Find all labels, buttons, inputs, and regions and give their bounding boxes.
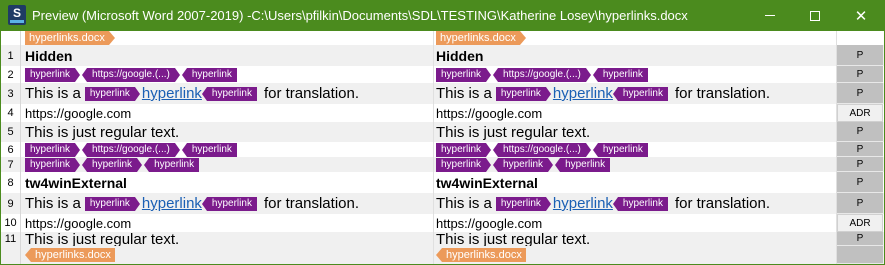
maximize-button[interactable] (792, 0, 838, 31)
target-text: This is just regular text. (436, 123, 591, 141)
source-text: tw4winExternal (25, 174, 127, 191)
segment-row[interactable]: 6 hyperlink https://google.(...) hyperli… (1, 142, 884, 157)
tag-hyperlink-close: hyperlink (592, 142, 648, 157)
title-bar: S Preview (Microsoft Word 2007-2019) -C:… (0, 0, 885, 31)
target-text: https://google.com (436, 105, 543, 121)
segment-status: ADR (837, 214, 883, 232)
file-start-row: hyperlinks.docx hyperlinks.docx (1, 31, 884, 45)
source-text: for translation. (263, 85, 359, 102)
segment-status: P (837, 142, 883, 157)
preview-grid: hyperlinks.docx hyperlinks.docx 1 Hidden… (1, 31, 884, 264)
segment-number: 9 (1, 193, 21, 214)
segment-number: 2 (1, 66, 21, 83)
segment-row[interactable]: 5 This is just regular text. This is jus… (1, 122, 884, 142)
tag-hyperlink-open: hyperlink (84, 196, 140, 211)
tag-hyperlink-close: hyperlink (592, 67, 648, 82)
tag-hyperlink-open: hyperlink (436, 67, 492, 82)
segment-row[interactable]: 10 https://google.com https://google.com… (1, 214, 884, 232)
tag-url: https://google.(...) (82, 142, 180, 157)
source-text: https://google.com (25, 105, 132, 121)
segment-status: ADR (837, 104, 883, 122)
target-text: tw4winExternal (436, 174, 538, 191)
segment-status: P (837, 172, 883, 193)
segment-row[interactable]: 7 hyperlink hyperlink hyperlink hyperlin… (1, 157, 884, 172)
tag-hyperlink-close: hyperlink (555, 157, 611, 172)
segment-row[interactable]: 1 Hidden Hidden P (1, 45, 884, 66)
tag-hyperlink-open: hyperlink (25, 142, 81, 157)
segment-row[interactable]: 8 tw4winExternal tw4winExternal P (1, 172, 884, 193)
segment-row[interactable]: 2 hyperlink https://google.(...) hyperli… (1, 66, 884, 83)
close-button[interactable]: ✕ (838, 0, 884, 31)
segment-status: P (837, 83, 883, 104)
file-end-row: hyperlinks.docx hyperlinks.docx (1, 246, 884, 264)
segment-number: 8 (1, 172, 21, 193)
target-text: This is a (436, 85, 492, 102)
segment-status: P (837, 45, 883, 66)
segment-row[interactable]: 3 This is a hyperlink hyperlink hyperlin… (1, 83, 884, 104)
tag-hyperlink-open: hyperlink (495, 86, 551, 101)
segment-number: 4 (1, 104, 21, 122)
segment-status: P (837, 122, 883, 142)
hyperlink-text[interactable]: hyperlink (553, 195, 613, 212)
hyperlink-text[interactable]: hyperlink (553, 85, 613, 102)
tag-hyperlink-close: hyperlink (201, 196, 257, 211)
tag-url: https://google.(...) (82, 67, 180, 82)
tag-hyperlink: hyperlink (493, 157, 554, 172)
tag-hyperlink-close: hyperlink (612, 196, 668, 211)
target-text: https://google.com (436, 215, 543, 231)
file-tag-close: hyperlinks.docx (25, 248, 115, 262)
source-text: This is just regular text. (25, 123, 180, 141)
tag-hyperlink-open: hyperlink (436, 142, 492, 157)
source-text: This is a (25, 195, 81, 212)
segment-status: P (837, 193, 883, 214)
file-tag-open: hyperlinks.docx (25, 31, 115, 45)
hyperlink-text[interactable]: hyperlink (142, 85, 202, 102)
source-text: for translation. (263, 195, 359, 212)
segment-number: 5 (1, 122, 21, 142)
close-icon: ✕ (854, 7, 868, 25)
tag-hyperlink-close: hyperlink (201, 86, 257, 101)
source-text: https://google.com (25, 215, 132, 231)
segment-status: P (837, 157, 883, 172)
segment-number: 6 (1, 142, 21, 157)
target-text: This is a (436, 195, 492, 212)
segment-row[interactable]: 4 https://google.com https://google.com … (1, 104, 884, 122)
tag-hyperlink-close: hyperlink (612, 86, 668, 101)
target-text: for translation. (674, 195, 770, 212)
app-icon: S (8, 5, 26, 25)
segment-number: 11 (1, 232, 21, 246)
segment-status: P (837, 66, 883, 83)
target-text: This is just regular text. (436, 232, 591, 246)
tag-hyperlink-open: hyperlink (495, 196, 551, 211)
segment-status: P (837, 232, 883, 246)
window-title: Preview (Microsoft Word 2007-2019) -C:\U… (32, 8, 688, 23)
tag-url: https://google.(...) (493, 67, 591, 82)
tag-hyperlink-close: hyperlink (181, 142, 237, 157)
maximize-icon (810, 10, 820, 21)
tag-hyperlink-open: hyperlink (25, 67, 81, 82)
segment-number: 1 (1, 45, 21, 66)
minimize-icon (765, 15, 775, 16)
tag-hyperlink: hyperlink (82, 157, 143, 172)
segment-row[interactable]: 11 This is just regular text. This is ju… (1, 232, 884, 246)
target-text: for translation. (674, 85, 770, 102)
segment-number: 3 (1, 83, 21, 104)
segment-row[interactable]: 9 This is a hyperlink hyperlink hyperlin… (1, 193, 884, 214)
tag-hyperlink-close: hyperlink (181, 67, 237, 82)
tag-hyperlink-close: hyperlink (144, 157, 200, 172)
hyperlink-text[interactable]: hyperlink (142, 195, 202, 212)
target-text: Hidden (436, 47, 484, 64)
file-tag-open: hyperlinks.docx (436, 31, 526, 45)
source-text: This is a (25, 85, 81, 102)
minimize-button[interactable] (747, 0, 793, 31)
tag-url: https://google.(...) (493, 142, 591, 157)
source-text: This is just regular text. (25, 232, 180, 246)
tag-hyperlink-open: hyperlink (25, 157, 81, 172)
segment-number: 10 (1, 214, 21, 232)
tag-hyperlink-open: hyperlink (436, 157, 492, 172)
file-tag-close: hyperlinks.docx (436, 248, 526, 262)
tag-hyperlink-open: hyperlink (84, 86, 140, 101)
segment-number: 7 (1, 157, 21, 172)
source-text: Hidden (25, 47, 73, 64)
